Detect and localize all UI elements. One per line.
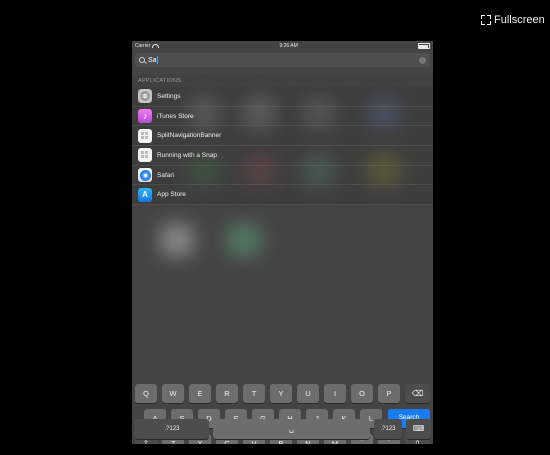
key-r[interactable]: R — [216, 384, 238, 403]
shift-icon: ⇧ — [142, 438, 150, 444]
result-label: Settings — [157, 92, 181, 100]
carrier-label: Carrier — [135, 43, 151, 49]
result-row-running-with-a-snap[interactable]: Running with a Snap — [132, 146, 433, 166]
key-question-bottom: . — [388, 444, 390, 445]
result-row-splitnavigationbanner[interactable]: SplitNavigationBanner — [132, 126, 433, 147]
backspace-icon: ⌫ — [411, 388, 424, 398]
key-o[interactable]: O — [351, 384, 373, 403]
result-label: Safari — [157, 171, 174, 179]
numbers-key-right[interactable]: .?123 — [374, 419, 402, 439]
hide-keyboard-icon: ⌨ — [412, 424, 425, 433]
status-bar: Carrier 9:26 AM — [132, 41, 433, 51]
carrier-indicator: Carrier — [135, 43, 160, 49]
search-results: APPLICATIONS Settings iTunes Store Split… — [132, 75, 433, 206]
result-label: iTunes Store — [157, 112, 194, 120]
text-caret — [156, 56, 158, 64]
section-header-applications: APPLICATIONS — [132, 75, 433, 87]
clear-search-icon[interactable] — [419, 56, 426, 64]
fullscreen-icon — [481, 15, 491, 25]
blurred-app-icon — [160, 223, 194, 257]
numbers-key-left[interactable]: .?123 — [135, 419, 209, 439]
key-u[interactable]: U — [297, 384, 319, 403]
result-row-itunes-store[interactable]: iTunes Store — [132, 106, 433, 127]
backspace-key[interactable]: ⌫ — [405, 384, 430, 403]
key-w[interactable]: W — [162, 384, 184, 403]
shift-icon: ⇧ — [414, 438, 421, 444]
result-label: Running with a Snap — [157, 151, 217, 159]
search-input[interactable]: Sa — [148, 56, 419, 64]
key-q[interactable]: Q — [135, 384, 157, 403]
settings-icon — [138, 89, 152, 104]
key-t[interactable]: T — [243, 384, 265, 403]
result-row-settings[interactable]: Settings — [132, 87, 433, 107]
search-query: Sa — [148, 56, 157, 64]
hide-keyboard-key[interactable]: ⌨ — [406, 419, 431, 439]
itunes-store-icon — [138, 109, 152, 124]
battery-icon — [417, 43, 430, 49]
app-store-icon — [138, 187, 152, 202]
wifi-icon — [152, 44, 160, 48]
space-key[interactable]: ␣ — [213, 419, 370, 439]
fullscreen-button[interactable]: Fullscreen — [481, 14, 545, 26]
fullscreen-label: Fullscreen — [494, 14, 545, 26]
grid-app-icon — [138, 148, 152, 163]
status-time: 9:26 AM — [279, 43, 298, 49]
key-e[interactable]: E — [189, 384, 211, 403]
key-y[interactable]: Y — [270, 384, 292, 403]
result-label: App Store — [157, 191, 186, 199]
space-icon: ␣ — [289, 424, 294, 434]
key-exclamation-bottom: , — [361, 444, 363, 445]
key-p[interactable]: P — [378, 384, 400, 403]
page: Fullscreen Carrier 9:26 AM Sa APPLICATIO… — [0, 0, 550, 455]
safari-icon — [138, 168, 152, 183]
grid-app-icon — [138, 128, 152, 143]
result-label: SplitNavigationBanner — [157, 132, 222, 140]
ipad-screen: Carrier 9:26 AM Sa APPLICATIONS Settings… — [132, 41, 433, 444]
search-icon — [139, 57, 145, 63]
result-row-app-store[interactable]: App Store — [132, 185, 433, 206]
result-row-safari[interactable]: Safari — [132, 165, 433, 186]
key-i[interactable]: I — [324, 384, 346, 403]
blurred-app-icon — [227, 223, 261, 257]
spotlight-search-bar[interactable]: Sa — [135, 53, 430, 67]
